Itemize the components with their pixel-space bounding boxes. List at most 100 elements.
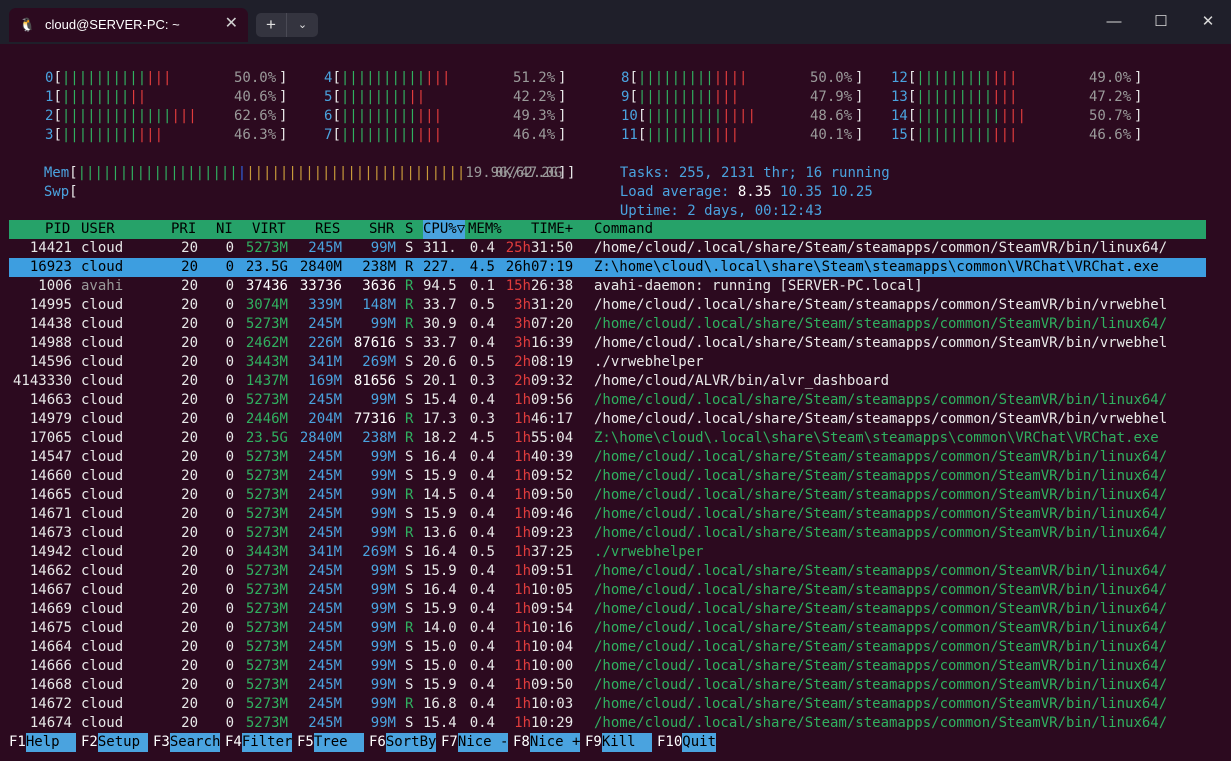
cell-tm: 10:16 (531, 620, 574, 636)
new-tab-button[interactable]: + (256, 13, 287, 37)
cell-mem: 0.4 (469, 335, 495, 351)
col-state[interactable]: S (405, 220, 413, 239)
process-row[interactable]: 14662 cloud 20 0 5273M 245M 99M S 15.9 0.4 1h 09:51… (0, 562, 1206, 581)
cell-s: R (405, 278, 414, 294)
cpu-bar-kernel: ||| (137, 127, 164, 143)
cell-virt: 5273M (245, 582, 288, 598)
process-row[interactable]: 14668 cloud 20 0 5273M 245M 99M S 15.9 0.4 1h 09:50… (0, 676, 1206, 695)
fkey-f1[interactable]: F1Help (9, 733, 77, 752)
tab-title: cloud@SERVER-PC: ~ (45, 17, 180, 32)
cpu-meter-1: 1[|||||||||| (45, 89, 147, 105)
process-row[interactable]: 14942 cloud 20 0 3443M 341M 269M S 16.4 0.5 1h 37:2… (0, 543, 1206, 562)
cell-tm: 31:50 (531, 240, 574, 256)
cell-s: R (405, 487, 414, 503)
cell-res: 245M (308, 639, 342, 655)
cell-res: 245M (308, 449, 342, 465)
cell-ni: 0 (225, 240, 234, 256)
process-row[interactable]: 4143330 cloud 20 0 1437M 169M 81656 S 20.1 0.3 2h 0… (0, 372, 1206, 391)
cell-pri: 20 (181, 563, 198, 579)
col-time[interactable]: TIME+ (531, 220, 573, 239)
process-row[interactable]: 14995 cloud 20 0 3074M 339M 148M R 33.7 0.5 3h 31:2… (0, 296, 1206, 315)
fkey-f9[interactable]: F9Kill (585, 733, 653, 752)
cell-mem: 0.4 (469, 639, 495, 655)
col-ni[interactable]: NI (216, 220, 233, 239)
fkey-f5[interactable]: F5Tree (297, 733, 365, 752)
cell-res: 245M (308, 316, 342, 332)
process-row[interactable]: 14665 cloud 20 0 5273M 245M 99M R 14.5 0.4 1h 09:50… (0, 486, 1206, 505)
cell-pid: 14438 (29, 316, 72, 332)
col-cpu-sorted[interactable]: CPU%▽ (423, 220, 466, 239)
minimize-button[interactable]: — (1102, 10, 1126, 34)
col-virt[interactable]: VIRT (252, 220, 286, 239)
cell-tm: 10:03 (531, 696, 574, 712)
cell-res: 226M (308, 335, 342, 351)
fkey-f2[interactable]: F2Setup (81, 733, 149, 752)
col-pri[interactable]: PRI (171, 220, 196, 239)
maximize-button[interactable]: ☐ (1149, 10, 1173, 34)
close-tab-icon[interactable]: ✕ (225, 15, 238, 33)
cell-cmd: /home/cloud/.local/share/Steam/steamapps… (594, 240, 1168, 256)
cell-pri: 20 (181, 658, 198, 674)
fkey-f8[interactable]: F8Nice + (513, 733, 581, 752)
process-row[interactable]: 14988 cloud 20 0 2462M 226M 87616 S 33.7 0.4 3h 16:… (0, 334, 1206, 353)
cell-cpu: 15.0 (423, 658, 457, 674)
fkey-f4[interactable]: F4Filter (225, 733, 293, 752)
fkey-f6[interactable]: F6SortBy (369, 733, 437, 752)
fkey-key: F2 (81, 734, 98, 750)
cell-pid: 14942 (29, 544, 72, 560)
process-row[interactable]: 14979 cloud 20 0 2446M 204M 77316 R 17.3 0.3 1h 46:… (0, 410, 1206, 429)
cell-virt: 2446M (245, 411, 288, 427)
cpu-bar-user: |||||||| (340, 89, 409, 105)
process-row[interactable]: 14671 cloud 20 0 5273M 245M 99M S 15.9 0.4 1h 09:46… (0, 505, 1206, 524)
process-row[interactable]: 1006 avahi 20 0 37436 33736 3636 R 94.5 0.1 15h 26:… (0, 277, 1206, 296)
process-row[interactable]: 14669 cloud 20 0 5273M 245M 99M S 15.9 0.4 1h 09:54… (0, 600, 1206, 619)
cpu-bar-kernel: ||| (171, 108, 197, 124)
cell-pid: 14672 (29, 696, 72, 712)
cell-user: cloud (81, 487, 124, 503)
close-window-button[interactable]: ✕ (1196, 10, 1220, 34)
cell-user: cloud (81, 240, 124, 256)
process-row[interactable]: 14672 cloud 20 0 5273M 245M 99M R 16.8 0.4 1h 10:03… (0, 695, 1206, 714)
tab-dropdown-button[interactable]: ⌄ (287, 13, 318, 37)
cpu-bar-kernel: ||| (713, 89, 740, 105)
process-row[interactable]: 14663 cloud 20 0 5273M 245M 99M S 15.4 0.4 1h 09:56… (0, 391, 1206, 410)
process-row[interactable]: 14438 cloud 20 0 5273M 245M 99M R 30.9 0.4 3h 07:20… (0, 315, 1206, 334)
col-user[interactable]: USER (81, 220, 115, 239)
col-command[interactable]: Command (594, 220, 653, 239)
terminal-tab[interactable]: 🐧 cloud@SERVER-PC: ~ ✕ (9, 8, 248, 42)
cell-shr: 99M (370, 392, 396, 408)
cell-mem: 0.4 (469, 525, 495, 541)
process-row[interactable]: 14660 cloud 20 0 5273M 245M 99M S 15.9 0.4 1h 09:52… (0, 467, 1206, 486)
process-row[interactable]: 17065 cloud 20 0 23.5G 2840M 238M R 18.2 4.5 1h 55:… (0, 429, 1206, 448)
cell-s: R (405, 525, 414, 541)
cell-th: 1h (514, 677, 531, 693)
col-res[interactable]: RES (315, 220, 340, 239)
process-row[interactable]: 14673 cloud 20 0 5273M 245M 99M R 13.6 0.4 1h 09:23… (0, 524, 1206, 543)
fkey-key: F5 (297, 734, 314, 750)
cpu-bar-user: ||||||||| (61, 127, 138, 143)
process-row[interactable]: 14664 cloud 20 0 5273M 245M 99M S 15.0 0.4 1h 10:04… (0, 638, 1206, 657)
cell-cmd: /home/cloud/.local/share/Steam/steamapps… (594, 601, 1168, 617)
fkey-f10[interactable]: F10Quit (657, 733, 717, 752)
cell-mem: 0.4 (469, 392, 495, 408)
process-row[interactable]: 14666 cloud 20 0 5273M 245M 99M S 15.0 0.4 1h 10:00… (0, 657, 1206, 676)
cell-s: S (405, 392, 414, 408)
process-row[interactable]: 14675 cloud 20 0 5273M 245M 99M R 14.0 0.4 1h 10:16… (0, 619, 1206, 638)
cpu-label: 11 (621, 127, 638, 143)
process-row[interactable]: 14667 cloud 20 0 5273M 245M 99M S 16.4 0.4 1h 10:05… (0, 581, 1206, 600)
cell-s: S (405, 563, 414, 579)
process-row[interactable]: 14421 cloud 20 0 5273M 245M 99M S 311. 0.4 25h 31:5… (0, 239, 1206, 258)
process-row[interactable]: 16923 cloud 20 0 23.5G 2840M 238M R 227. 4.5 26h 07… (9, 258, 1206, 277)
process-row[interactable]: 14674 cloud 20 0 5273M 245M 99M S 15.4 0.4 1h 10:29… (0, 714, 1206, 733)
cpu-bar-kernel: |||| (722, 108, 756, 124)
cell-virt: 3074M (245, 297, 288, 313)
col-mem[interactable]: MEM% (468, 220, 502, 239)
process-row[interactable]: 14596 cloud 20 0 3443M 341M 269M S 20.6 0.5 2h 08:1… (0, 353, 1206, 372)
fkey-f3[interactable]: F3Search (153, 733, 221, 752)
cell-mem: 0.4 (469, 696, 495, 712)
col-shr[interactable]: SHR (369, 220, 394, 239)
cell-shr: 269M (362, 544, 396, 560)
col-pid[interactable]: PID (45, 220, 70, 239)
fkey-f7[interactable]: F7Nice - (441, 733, 509, 752)
process-row[interactable]: 14547 cloud 20 0 5273M 245M 99M S 16.4 0.4 1h 40:39… (0, 448, 1206, 467)
